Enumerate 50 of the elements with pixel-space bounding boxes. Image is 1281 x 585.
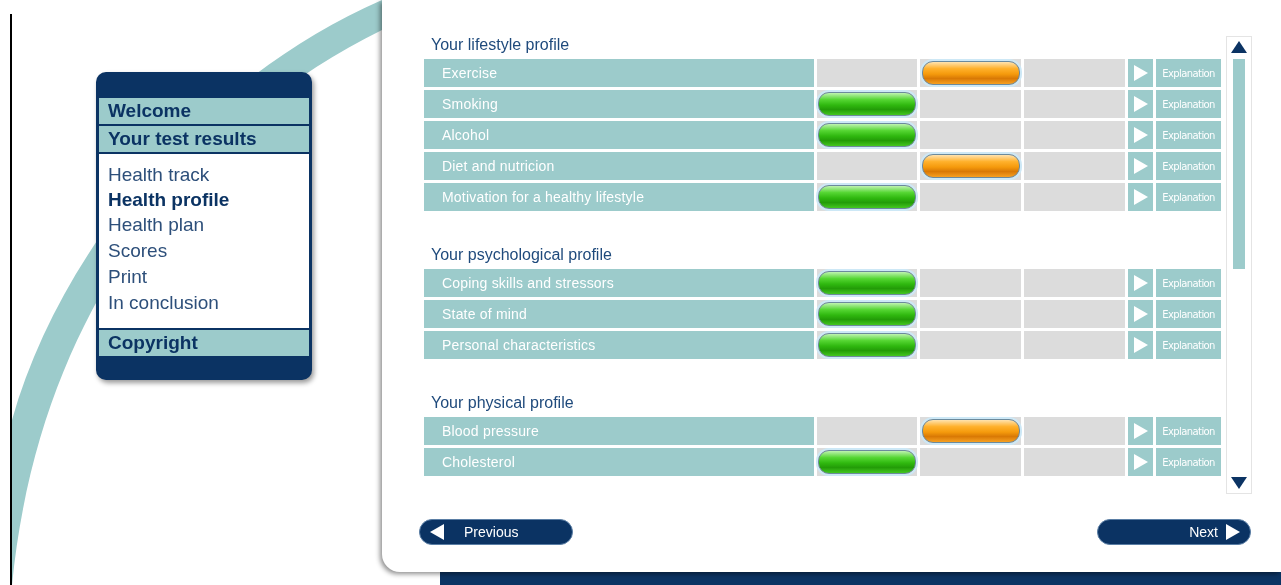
play-icon	[1133, 306, 1148, 322]
menu-item[interactable]: Print	[108, 264, 300, 290]
next-button[interactable]: Next	[1097, 519, 1251, 545]
menu-section[interactable]: Your test results	[99, 126, 309, 152]
menu-item[interactable]: Scores	[108, 238, 300, 264]
menu-section[interactable]: Welcome	[99, 98, 309, 124]
factor-label: Cholesterol	[424, 448, 814, 476]
section-heading: Your physical profile	[431, 394, 575, 412]
expand-button[interactable]	[1128, 331, 1154, 359]
expand-button[interactable]	[1128, 300, 1154, 328]
menu-item[interactable]: Health track	[108, 162, 300, 188]
expand-button[interactable]	[1128, 183, 1154, 211]
expand-button[interactable]	[1128, 121, 1154, 149]
section-heading: Your lifestyle profile	[431, 36, 571, 54]
menu-item[interactable]: Health plan	[108, 212, 300, 238]
section-heading: Your psychological profile	[431, 246, 613, 264]
scrollbar[interactable]	[1226, 36, 1252, 494]
play-icon	[1133, 96, 1148, 112]
play-icon	[1133, 127, 1148, 143]
factor-label: State of mind	[424, 300, 814, 328]
factor-label: Smoking	[424, 90, 814, 118]
play-icon	[1133, 65, 1148, 81]
factor-label: Personal characteristics	[424, 331, 814, 359]
play-icon	[1133, 423, 1148, 439]
menu-item[interactable]: In conclusion	[108, 290, 300, 316]
expand-button[interactable]	[1128, 269, 1154, 297]
right-arrow-icon	[1226, 524, 1240, 540]
expand-button[interactable]	[1128, 152, 1154, 180]
play-icon	[1133, 454, 1148, 470]
factor-label: Coping skills and stressors	[424, 269, 814, 297]
scroll-down-icon[interactable]	[1231, 477, 1247, 489]
factor-label: Alcohol	[424, 121, 814, 149]
play-icon	[1133, 337, 1148, 353]
scroll-thumb[interactable]	[1233, 59, 1245, 269]
play-icon	[1133, 158, 1148, 174]
previous-button[interactable]: Previous	[419, 519, 573, 545]
scroll-up-icon[interactable]	[1231, 41, 1247, 53]
expand-button[interactable]	[1128, 59, 1154, 87]
factor-label: Exercise	[424, 59, 814, 87]
factor-label: Diet and nutricion	[424, 152, 814, 180]
expand-button[interactable]	[1128, 417, 1154, 445]
menu-section[interactable]: Copyright	[99, 330, 309, 356]
expand-button[interactable]	[1128, 448, 1154, 476]
play-icon	[1133, 189, 1148, 205]
factor-label: Blood pressure	[424, 417, 814, 445]
play-icon	[1133, 275, 1148, 291]
factor-label: Motivation for a healthy lifestyle	[424, 183, 814, 211]
left-arrow-icon	[430, 524, 444, 540]
menu-item[interactable]: Health profile	[108, 188, 300, 212]
expand-button[interactable]	[1128, 90, 1154, 118]
